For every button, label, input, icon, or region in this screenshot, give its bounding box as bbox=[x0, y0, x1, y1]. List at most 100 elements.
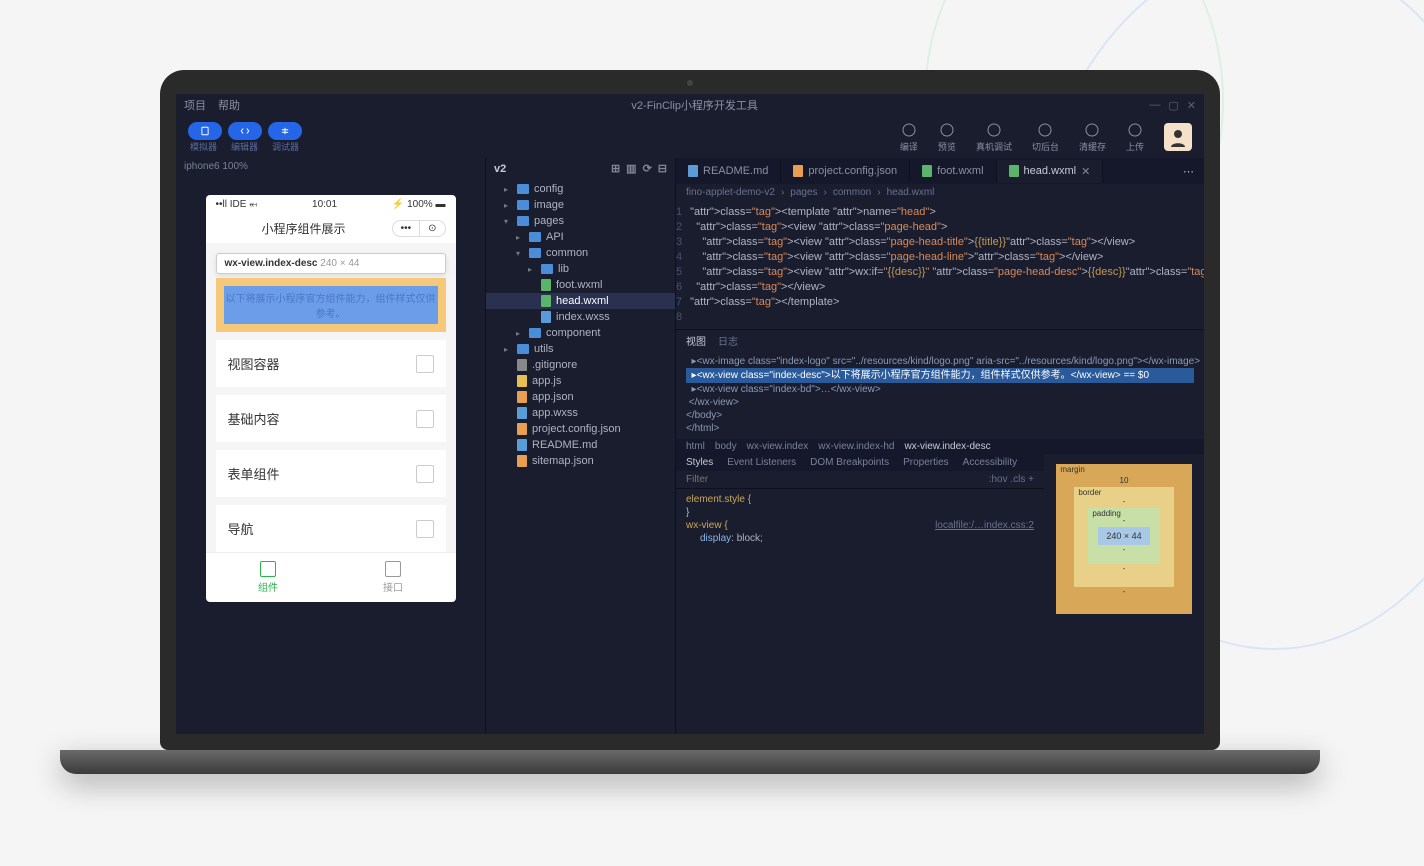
tree-item[interactable]: ▸image bbox=[486, 197, 675, 213]
dom-node[interactable]: </html> bbox=[686, 422, 1194, 435]
tree-item[interactable]: ▸API bbox=[486, 229, 675, 245]
list-item-icon bbox=[416, 520, 434, 538]
tree-item[interactable]: ▸utils bbox=[486, 341, 675, 357]
tabs-overflow-icon[interactable]: ⋯ bbox=[1173, 165, 1204, 178]
breadcrumb-item[interactable]: common bbox=[833, 187, 871, 198]
styles-tab[interactable]: Properties bbox=[903, 457, 949, 468]
styles-filter-actions[interactable]: :hov .cls + bbox=[989, 474, 1034, 485]
tree-item[interactable]: index.wxss bbox=[486, 309, 675, 325]
dom-node[interactable]: ▸<wx-view class="index-desc">以下将展示小程序官方组… bbox=[686, 368, 1194, 383]
tree-item[interactable]: ▸lib bbox=[486, 261, 675, 277]
highlighted-element[interactable]: 以下将展示小程序官方组件能力，组件样式仅供参考。 bbox=[216, 278, 446, 332]
mini-app-title: 小程序组件展示 bbox=[216, 220, 392, 237]
close-tab-icon[interactable]: ✕ bbox=[1081, 165, 1090, 178]
editor-tab[interactable]: foot.wxml bbox=[910, 160, 996, 182]
maximize-icon[interactable]: ▢ bbox=[1168, 99, 1178, 112]
file-icon bbox=[541, 295, 551, 307]
dom-crumb[interactable]: wx-view.index-desc bbox=[904, 441, 990, 452]
project-root[interactable]: v2 bbox=[494, 163, 506, 175]
styles-rules[interactable]: element.style {}</span><span class="rule… bbox=[676, 489, 1044, 549]
editor-tab[interactable]: README.md bbox=[676, 160, 781, 182]
tree-item[interactable]: ▾pages bbox=[486, 213, 675, 229]
list-item-icon bbox=[416, 355, 434, 373]
tree-item[interactable]: README.md bbox=[486, 437, 675, 453]
remote-debug-button[interactable]: 真机调试 bbox=[976, 122, 1012, 153]
simulator-device-label[interactable]: iphone6 100% bbox=[176, 158, 485, 175]
editor-tabs: README.md project.config.json foot.wxml … bbox=[676, 158, 1204, 184]
menu-project[interactable]: 项目 bbox=[184, 97, 206, 113]
editor-tab[interactable]: head.wxml✕ bbox=[997, 160, 1104, 183]
list-item[interactable]: 导航 bbox=[216, 505, 446, 552]
breadcrumb-item[interactable]: fino-applet-demo-v2 bbox=[686, 187, 775, 198]
avatar[interactable] bbox=[1164, 123, 1192, 151]
tree-item[interactable]: .gitignore bbox=[486, 357, 675, 373]
tree-item[interactable]: ▸config bbox=[486, 181, 675, 197]
breadcrumb-item[interactable]: pages bbox=[790, 187, 817, 198]
mode-debugger-button[interactable] bbox=[268, 122, 302, 140]
file-icon bbox=[541, 279, 551, 291]
dom-crumb[interactable]: body bbox=[715, 441, 737, 452]
breadcrumb-item[interactable]: head.wxml bbox=[887, 187, 935, 198]
dom-crumb[interactable]: wx-view.index bbox=[747, 441, 809, 452]
tree-item[interactable]: app.js bbox=[486, 373, 675, 389]
list-item[interactable]: 视图容器 bbox=[216, 340, 446, 387]
file-icon bbox=[517, 375, 527, 387]
devtools-tab[interactable]: 日志 bbox=[718, 333, 738, 348]
bottom-tab[interactable]: 组件 bbox=[206, 553, 331, 602]
tree-item[interactable]: ▸component bbox=[486, 325, 675, 341]
devtools-panel: 视图 日志 ▸<wx-image class="index-logo" src=… bbox=[676, 329, 1204, 734]
close-capsule-icon[interactable]: ⊙ bbox=[420, 221, 444, 236]
menu-help[interactable]: 帮助 bbox=[218, 97, 240, 113]
new-folder-icon[interactable]: ▥ bbox=[626, 162, 636, 175]
camera-notch bbox=[687, 80, 693, 86]
minimize-icon[interactable]: — bbox=[1149, 99, 1160, 112]
styles-tab[interactable]: Event Listeners bbox=[727, 457, 796, 468]
styles-filter-input[interactable] bbox=[686, 474, 989, 485]
upload-button[interactable]: 上传 bbox=[1126, 122, 1144, 153]
dom-node[interactable]: ▸<wx-image class="index-logo" src="../re… bbox=[686, 355, 1194, 368]
dom-crumb[interactable]: html bbox=[686, 441, 705, 452]
tree-item[interactable]: sitemap.json bbox=[486, 453, 675, 469]
styles-tab[interactable]: Accessibility bbox=[963, 457, 1017, 468]
list-item-icon bbox=[416, 465, 434, 483]
folder-icon bbox=[529, 248, 541, 258]
dom-crumb[interactable]: wx-view.index-hd bbox=[818, 441, 894, 452]
folder-icon bbox=[517, 184, 529, 194]
mode-simulator-button[interactable] bbox=[188, 122, 222, 140]
file-icon bbox=[517, 455, 527, 467]
list-item[interactable]: 表单组件 bbox=[216, 450, 446, 497]
dom-node[interactable]: </body> bbox=[686, 409, 1194, 422]
collapse-icon[interactable]: ⊟ bbox=[658, 162, 667, 175]
styles-tab[interactable]: DOM Breakpoints bbox=[810, 457, 889, 468]
code-editor[interactable]: 12345678 "attr">class="tag"><template "a… bbox=[676, 201, 1204, 329]
tree-item[interactable]: app.wxss bbox=[486, 405, 675, 421]
devtools-tab[interactable]: 视图 bbox=[686, 333, 706, 348]
bottom-tab[interactable]: 接口 bbox=[331, 553, 456, 602]
file-icon bbox=[517, 359, 527, 371]
editor-tab[interactable]: project.config.json bbox=[781, 160, 910, 182]
tree-item[interactable]: foot.wxml bbox=[486, 277, 675, 293]
refresh-icon[interactable]: ⟳ bbox=[643, 162, 652, 175]
background-button[interactable]: 切后台 bbox=[1032, 122, 1059, 153]
file-icon bbox=[1009, 165, 1019, 177]
dom-node[interactable]: </wx-view> bbox=[686, 396, 1194, 409]
mode-label: 调试器 bbox=[272, 140, 299, 153]
close-icon[interactable]: ✕ bbox=[1187, 99, 1196, 112]
mode-editor-button[interactable] bbox=[228, 122, 262, 140]
more-icon[interactable]: ••• bbox=[393, 221, 421, 236]
styles-tab[interactable]: Styles bbox=[686, 457, 713, 468]
capsule-menu[interactable]: •••⊙ bbox=[392, 220, 446, 237]
compile-button[interactable]: 编译 bbox=[900, 122, 918, 153]
tree-item[interactable]: head.wxml bbox=[486, 293, 675, 309]
tree-item[interactable]: ▾common bbox=[486, 245, 675, 261]
tree-item[interactable]: project.config.json bbox=[486, 421, 675, 437]
dom-tree[interactable]: ▸<wx-image class="index-logo" src="../re… bbox=[676, 351, 1204, 439]
dom-node[interactable]: ▸<wx-view class="index-bd">…</wx-view> bbox=[686, 383, 1194, 396]
file-icon bbox=[517, 439, 527, 451]
tree-item[interactable]: app.json bbox=[486, 389, 675, 405]
list-item[interactable]: 基础内容 bbox=[216, 395, 446, 442]
clear-cache-button[interactable]: 清缓存 bbox=[1079, 122, 1106, 153]
dom-breadcrumb[interactable]: html body wx-view.index wx-view.index-hd wx-… bbox=[676, 439, 1204, 454]
preview-button[interactable]: 预览 bbox=[938, 122, 956, 153]
new-file-icon[interactable]: ⊞ bbox=[611, 162, 620, 175]
